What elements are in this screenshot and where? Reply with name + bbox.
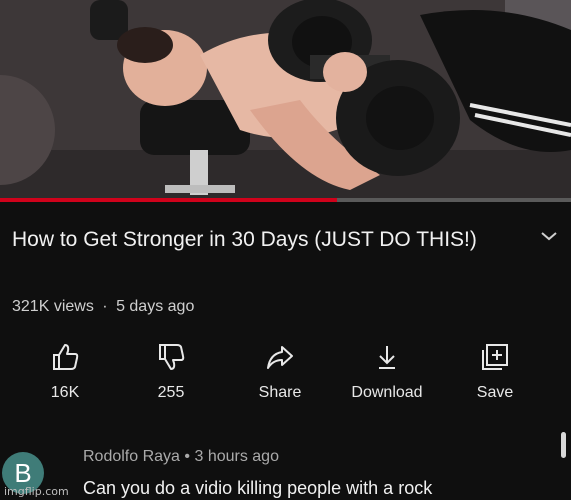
view-count: 321K views bbox=[12, 298, 94, 315]
video-progress-bar[interactable] bbox=[0, 198, 571, 202]
video-player[interactable] bbox=[0, 0, 571, 202]
save-to-playlist-icon bbox=[482, 344, 508, 370]
video-title: How to Get Stronger in 30 Days (JUST DO … bbox=[12, 228, 477, 251]
save-label: Save bbox=[476, 384, 514, 401]
download-icon bbox=[379, 346, 395, 369]
top-comment[interactable]: B Rodolfo Raya • 3 hours ago Can you do … bbox=[0, 428, 571, 500]
expand-description-icon[interactable] bbox=[538, 227, 560, 245]
comment-header: Rodolfo Raya • 3 hours ago bbox=[83, 448, 279, 466]
video-metadata: 321K views · 5 days ago bbox=[12, 298, 194, 316]
upload-age: 5 days ago bbox=[116, 298, 195, 315]
comment-separator: • bbox=[184, 448, 191, 465]
download-label: Download bbox=[351, 384, 423, 401]
scrollbar[interactable] bbox=[561, 432, 566, 458]
meta-separator: · bbox=[102, 298, 108, 315]
video-progress-fill bbox=[0, 198, 337, 202]
dislike-count: 255 bbox=[157, 384, 185, 401]
watermark: imgflip.com bbox=[4, 485, 69, 498]
download-button[interactable]: Download bbox=[337, 335, 437, 410]
share-icon bbox=[267, 346, 293, 369]
thumbs-up-icon bbox=[53, 344, 79, 370]
video-frame-image bbox=[0, 0, 571, 202]
comment-author[interactable]: Rodolfo Raya bbox=[83, 448, 180, 465]
video-actions-row: 16K 255 Share Download Save bbox=[0, 335, 571, 415]
thumbs-down-icon bbox=[159, 344, 185, 370]
save-button[interactable]: Save bbox=[445, 335, 545, 410]
like-button[interactable]: 16K bbox=[15, 335, 115, 410]
like-count: 16K bbox=[50, 384, 80, 401]
comment-text: Can you do a vidio killing people with a… bbox=[83, 478, 433, 498]
dislike-button[interactable]: 255 bbox=[121, 335, 221, 410]
share-label: Share bbox=[258, 384, 302, 401]
comment-time: 3 hours ago bbox=[194, 448, 279, 465]
share-button[interactable]: Share bbox=[230, 335, 330, 410]
